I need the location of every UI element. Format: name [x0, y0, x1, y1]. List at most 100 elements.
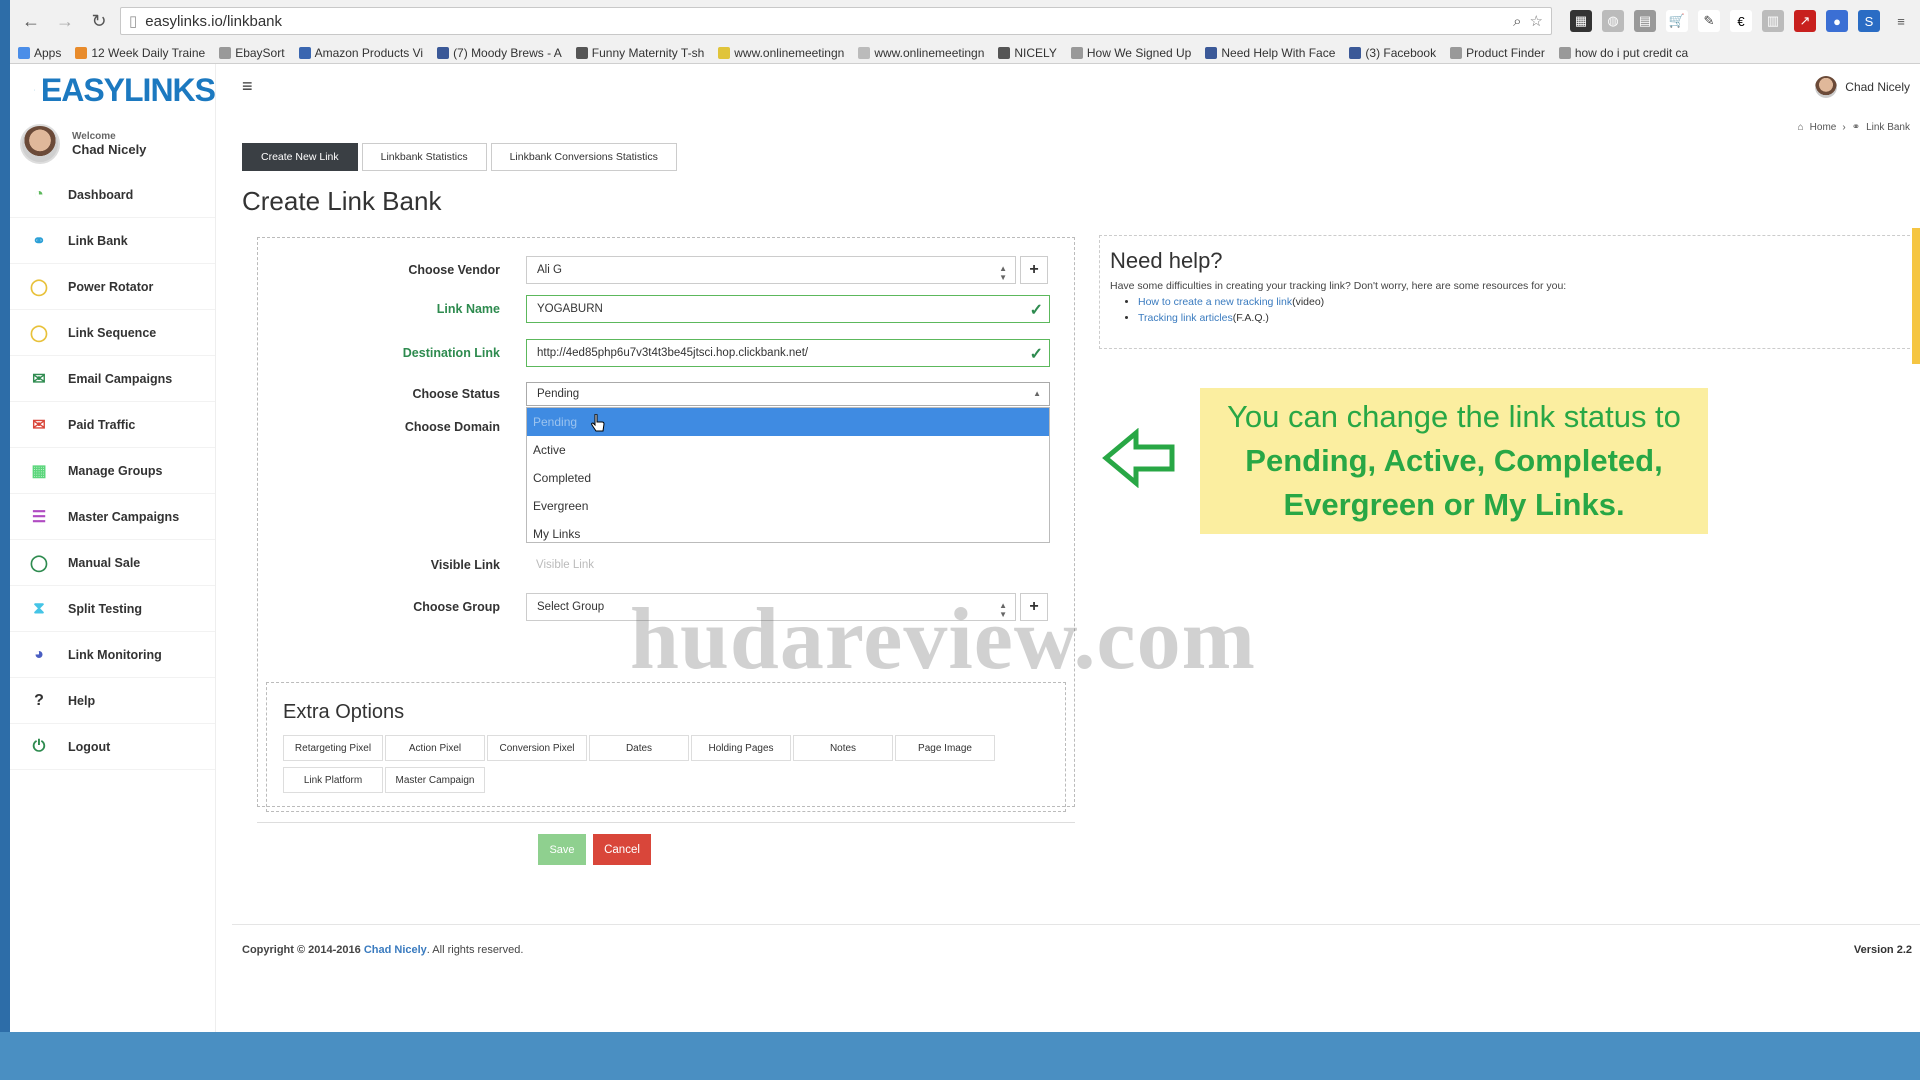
link-name-value: YOGABURN: [537, 303, 603, 315]
status-select[interactable]: Pending ▲: [526, 382, 1050, 406]
tab-linkbank-conversions-statistics[interactable]: Linkbank Conversions Statistics: [490, 143, 677, 171]
status-option[interactable]: Active: [527, 436, 1049, 464]
cancel-button[interactable]: Cancel: [593, 834, 651, 865]
check-icon: ✓: [1029, 302, 1043, 319]
extension-icon[interactable]: ↗: [1794, 10, 1816, 32]
menu-icon[interactable]: ≡: [1890, 10, 1912, 32]
bookmark-item[interactable]: Funny Maternity T-sh: [575, 46, 704, 60]
extension-icon[interactable]: ✎: [1698, 10, 1720, 32]
extra-options-row: Link Platform Master Campaign: [283, 767, 485, 793]
reload-icon[interactable]: ↻: [86, 8, 112, 34]
help-link-faq[interactable]: Tracking link articles: [1138, 312, 1233, 324]
logo[interactable]: EASYLINKS: [10, 64, 216, 116]
footer-author-link[interactable]: Chad Nicely: [364, 944, 427, 956]
extension-icon[interactable]: €: [1730, 10, 1752, 32]
extension-icon[interactable]: ▤: [1634, 10, 1656, 32]
bookmark-item[interactable]: www.onlinemeetingn: [858, 46, 984, 60]
sidebar-item-email-campaigns[interactable]: ✉ Email Campaigns: [10, 356, 215, 402]
group-select[interactable]: Select Group ▲ ▼: [526, 593, 1016, 621]
domain-label: Choose Domain: [404, 420, 500, 434]
help-link-video[interactable]: How to create a new tracking link: [1138, 296, 1292, 308]
url-text: easylinks.io/linkbank: [145, 12, 283, 30]
main-content: ≡ Chad Nicely ⌂ Home › ⚭ Link Bank Creat…: [217, 64, 1920, 1032]
extension-icon[interactable]: ▥: [1762, 10, 1784, 32]
add-vendor-button[interactable]: +: [1020, 256, 1048, 284]
bookmark-item[interactable]: www.onlinemeetingn: [718, 46, 844, 60]
sidebar-item-split-testing[interactable]: ⧗ Split Testing: [10, 586, 215, 632]
footer-copyright: Copyright © 2014-2016: [242, 944, 361, 956]
bookmark-item[interactable]: how do i put credit ca: [1558, 46, 1688, 60]
bookmark-label: (7) Moody Brews - A: [453, 46, 562, 60]
star-icon[interactable]: ☆: [1530, 12, 1543, 30]
extra-option-master-campaign-button[interactable]: Master Campaign: [385, 767, 485, 793]
sidebar-item-dashboard[interactable]: ◔ Dashboard: [10, 172, 215, 218]
sidebar-item-master-campaigns[interactable]: ☰ Master Campaigns: [10, 494, 215, 540]
extension-icon[interactable]: S: [1858, 10, 1880, 32]
destination-input[interactable]: http://4ed85php6u7v3t4t3be45jtsci.hop.cl…: [526, 339, 1050, 367]
bookmark-label: Need Help With Face: [1221, 46, 1336, 60]
zoom-icon[interactable]: ⌕: [1513, 13, 1521, 30]
bookmark-item[interactable]: Product Finder: [1450, 46, 1545, 60]
extension-icon[interactable]: ●: [1826, 10, 1848, 32]
extra-option-link-platform-button[interactable]: Link Platform: [283, 767, 383, 793]
forward-icon[interactable]: →: [52, 8, 78, 34]
bookmark-item[interactable]: (3) Facebook: [1349, 46, 1436, 60]
tab-create-new-link[interactable]: Create New Link: [242, 143, 358, 171]
extra-option-notes-button[interactable]: Notes: [793, 735, 893, 761]
top-user-menu[interactable]: Chad Nicely: [1815, 76, 1910, 98]
email-icon: ✉: [32, 370, 46, 388]
sidebar-item-help[interactable]: ? Help: [10, 678, 215, 724]
add-group-button[interactable]: +: [1020, 593, 1048, 621]
extension-icon[interactable]: 🛒: [1666, 10, 1688, 32]
extra-options-panel: Extra Options Retargeting Pixel Action Pi…: [266, 682, 1066, 812]
sidebar-item-label: Split Testing: [68, 601, 143, 616]
bookmark-item[interactable]: How We Signed Up: [1070, 46, 1191, 60]
status-option[interactable]: Completed: [527, 464, 1049, 492]
status-option[interactable]: My Links: [527, 520, 1049, 548]
bookmark-item[interactable]: EbaySort: [219, 46, 285, 60]
bookmark-item[interactable]: Amazon Products Vi: [298, 46, 423, 60]
tab-linkbank-statistics[interactable]: Linkbank Statistics: [361, 143, 487, 171]
bookmark-label: www.onlinemeetingn: [734, 46, 845, 60]
sidebar-item-label: Link Bank: [68, 233, 128, 248]
list-item: Tracking link articles(F.A.Q.): [1138, 312, 1324, 324]
sidebar-item-logout[interactable]: ⏻ Logout: [10, 724, 215, 770]
sidebar-item-link-monitoring[interactable]: ◕ Link Monitoring: [10, 632, 215, 678]
extra-option-page-image-button[interactable]: Page Image: [895, 735, 995, 761]
sidebar-item-manual-sale[interactable]: ◯ Manual Sale: [10, 540, 215, 586]
sidebar-item-link-sequence[interactable]: ◯ Link Sequence: [10, 310, 215, 356]
arrow-left-icon: [1102, 428, 1175, 488]
extension-icon[interactable]: ◍: [1602, 10, 1624, 32]
extra-option-conversion-pixel-button[interactable]: Conversion Pixel: [487, 735, 587, 761]
status-option[interactable]: Evergreen: [527, 492, 1049, 520]
bookmark-item[interactable]: (7) Moody Brews - A: [437, 46, 562, 60]
extra-option-retargeting-pixel-button[interactable]: Retargeting Pixel: [283, 735, 383, 761]
sidebar-item-paid-traffic[interactable]: ✉ Paid Traffic: [10, 402, 215, 448]
extra-option-holding-pages-button[interactable]: Holding Pages: [691, 735, 791, 761]
vendor-select[interactable]: Ali G ▲ ▼: [526, 256, 1016, 284]
extra-option-action-pixel-button[interactable]: Action Pixel: [385, 735, 485, 761]
bookmark-item[interactable]: NICELY: [998, 46, 1057, 60]
address-bar[interactable]: ▯ easylinks.io/linkbank ⌕ ☆: [120, 7, 1552, 35]
bookmark-icon: [1070, 47, 1083, 59]
sidebar-item-manage-groups[interactable]: ▦ Manage Groups: [10, 448, 215, 494]
sidebar-item-power-rotator[interactable]: ◯ Power Rotator: [10, 264, 215, 310]
caret-icon: ▲ ▼: [999, 264, 1007, 282]
extension-icon[interactable]: ▦: [1570, 10, 1592, 32]
bookmark-icon: [858, 47, 871, 59]
footer-rights: . All rights reserved.: [426, 944, 524, 956]
bookmark-item[interactable]: Apps: [18, 46, 61, 60]
hamburger-icon[interactable]: ≡: [242, 76, 253, 97]
breadcrumb-home[interactable]: Home: [1810, 122, 1837, 133]
extra-option-dates-button[interactable]: Dates: [589, 735, 689, 761]
save-button[interactable]: Save: [538, 834, 586, 865]
visible-link-row: Visible Link Visible Link: [258, 551, 1050, 579]
bookmark-item[interactable]: Need Help With Face: [1205, 46, 1335, 60]
vendor-value: Ali G: [537, 264, 562, 276]
sidebar-item-link-bank[interactable]: ⚭ Link Bank: [10, 218, 215, 264]
back-icon[interactable]: ←: [18, 8, 44, 34]
bookmark-item[interactable]: 12 Week Daily Traine: [75, 46, 205, 60]
link-name-input[interactable]: YOGABURN ✓: [526, 295, 1050, 323]
visible-link-input[interactable]: Visible Link: [526, 551, 1050, 579]
list-icon: ☰: [31, 508, 47, 526]
